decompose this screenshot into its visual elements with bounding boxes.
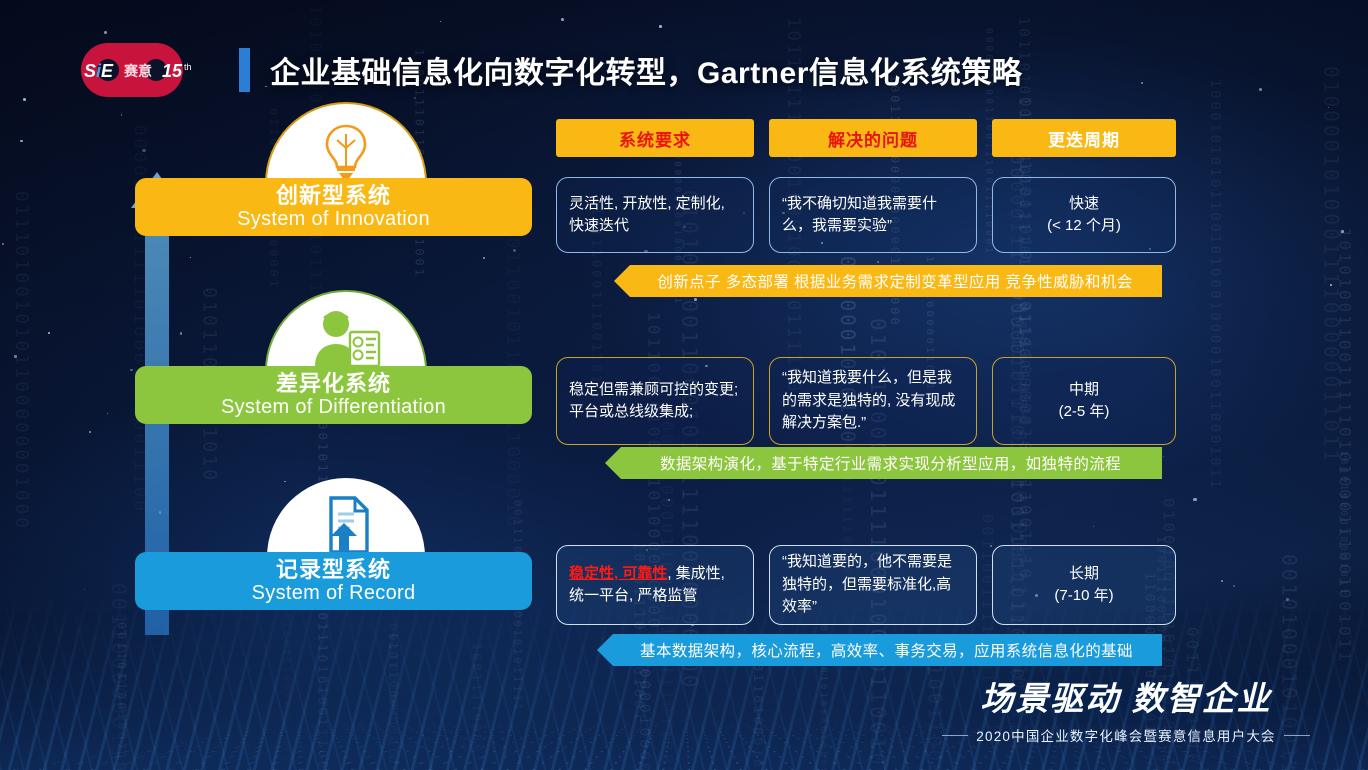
svg-text:th: th xyxy=(184,62,192,72)
cycle-label: 长期 xyxy=(1068,564,1099,582)
tier-bar-record[interactable]: 记录型系统 System of Record xyxy=(135,552,532,610)
star xyxy=(1286,598,1289,601)
star xyxy=(667,498,670,501)
cell-problem-innovation: “我不确切知道我需要什么，我需要实验” xyxy=(769,177,977,253)
event-slogan: 场景驱动 数智企业 xyxy=(980,680,1272,718)
tier-label-en: System of Record xyxy=(251,581,416,604)
svg-text:15: 15 xyxy=(162,61,183,81)
tier-bar-differentiation[interactable]: 差异化系统 System of Differentiation xyxy=(135,366,532,424)
tier-bar-innovation[interactable]: 创新型系统 System of Innovation xyxy=(135,178,532,236)
star xyxy=(142,148,146,152)
cycle-label: 中期 xyxy=(1068,380,1099,398)
tier-label-cn: 差异化系统 xyxy=(275,370,391,396)
column-header-requirements: 系统要求 xyxy=(556,119,754,157)
cycle-value: (< 12 个月) xyxy=(1047,217,1121,234)
cell-requirements-innovation: 灵活性, 开放性, 定制化, 快速迭代 xyxy=(556,177,754,253)
star xyxy=(561,18,564,21)
star xyxy=(120,114,123,116)
cell-cycle-record: 长期 (7-10 年) xyxy=(992,545,1176,625)
cycle-value: (7-10 年) xyxy=(1054,587,1114,604)
star xyxy=(1193,497,1197,501)
page-title: 企业基础信息化向数字化转型，Gartner信息化系统策略 xyxy=(270,57,1023,90)
star xyxy=(1258,87,1262,91)
company-logo: SiE 赛意 15 th xyxy=(70,41,200,99)
event-branding: 场景驱动 数智企业 2020中国企业数字化峰会暨赛意信息用户大会 xyxy=(936,682,1316,746)
cell-problem-differentiation: “我知道我要什么，但是我的需求是独特的, 没有现成解决方案包.” xyxy=(769,357,977,445)
star xyxy=(103,30,107,34)
banner-record: 基本数据架构，核心流程，高效率、事务交易，应用系统信息化的基础 xyxy=(597,634,1162,666)
tier-label-cn: 创新型系统 xyxy=(275,182,391,208)
title-accent-bar xyxy=(239,48,250,92)
cycle-label: 快速 xyxy=(1068,194,1099,212)
column-header-cycle: 更迭周期 xyxy=(992,119,1176,157)
star xyxy=(47,332,50,335)
requirements-highlight: 稳定性, 可靠性 xyxy=(569,564,668,582)
star xyxy=(658,24,662,28)
cell-requirements-record: 稳定性, 可靠性, 集成性, 统一平台, 严格监管 xyxy=(556,545,754,625)
star xyxy=(414,96,417,99)
cell-cycle-differentiation: 中期 (2-5 年) xyxy=(992,357,1176,445)
tier-label-cn: 记录型系统 xyxy=(275,556,391,582)
cell-requirements-differentiation: 稳定但需兼顾可控的变更; 平台或总线级集成; xyxy=(556,357,754,445)
lightbulb-icon xyxy=(325,124,367,180)
tier-label-en: System of Differentiation xyxy=(220,395,446,418)
tier-label-en: System of Innovation xyxy=(237,207,430,230)
person-checklist-icon xyxy=(315,311,381,368)
star xyxy=(693,297,697,301)
banner-innovation: 创新点子 多态部署 根据业务需求定制变革型应用 竞争性威胁和机会 xyxy=(614,265,1162,297)
star xyxy=(1340,229,1344,233)
star xyxy=(13,354,17,358)
column-header-problems: 解决的问题 xyxy=(769,119,977,157)
svg-text:赛意: 赛意 xyxy=(123,63,152,79)
star xyxy=(206,289,208,291)
cell-problem-record: “我知道要的，他不需要是独特的，但需要标准化,高效率” xyxy=(769,545,977,625)
star xyxy=(1,243,4,246)
svg-text:SiE: SiE xyxy=(84,61,114,81)
cell-cycle-innovation: 快速 (< 12 个月) xyxy=(992,177,1176,253)
banner-differentiation: 数据架构演化，基于特定行业需求实现分析型应用，如独特的流程 xyxy=(605,447,1162,479)
slide-canvas: 1001110000001000001100000011101001010110… xyxy=(0,0,1368,770)
cycle-value: (2-5 年) xyxy=(1058,403,1110,420)
event-subtitle: 2020中国企业数字化峰会暨赛意信息用户大会 xyxy=(942,725,1311,745)
document-upload-icon xyxy=(329,496,369,554)
